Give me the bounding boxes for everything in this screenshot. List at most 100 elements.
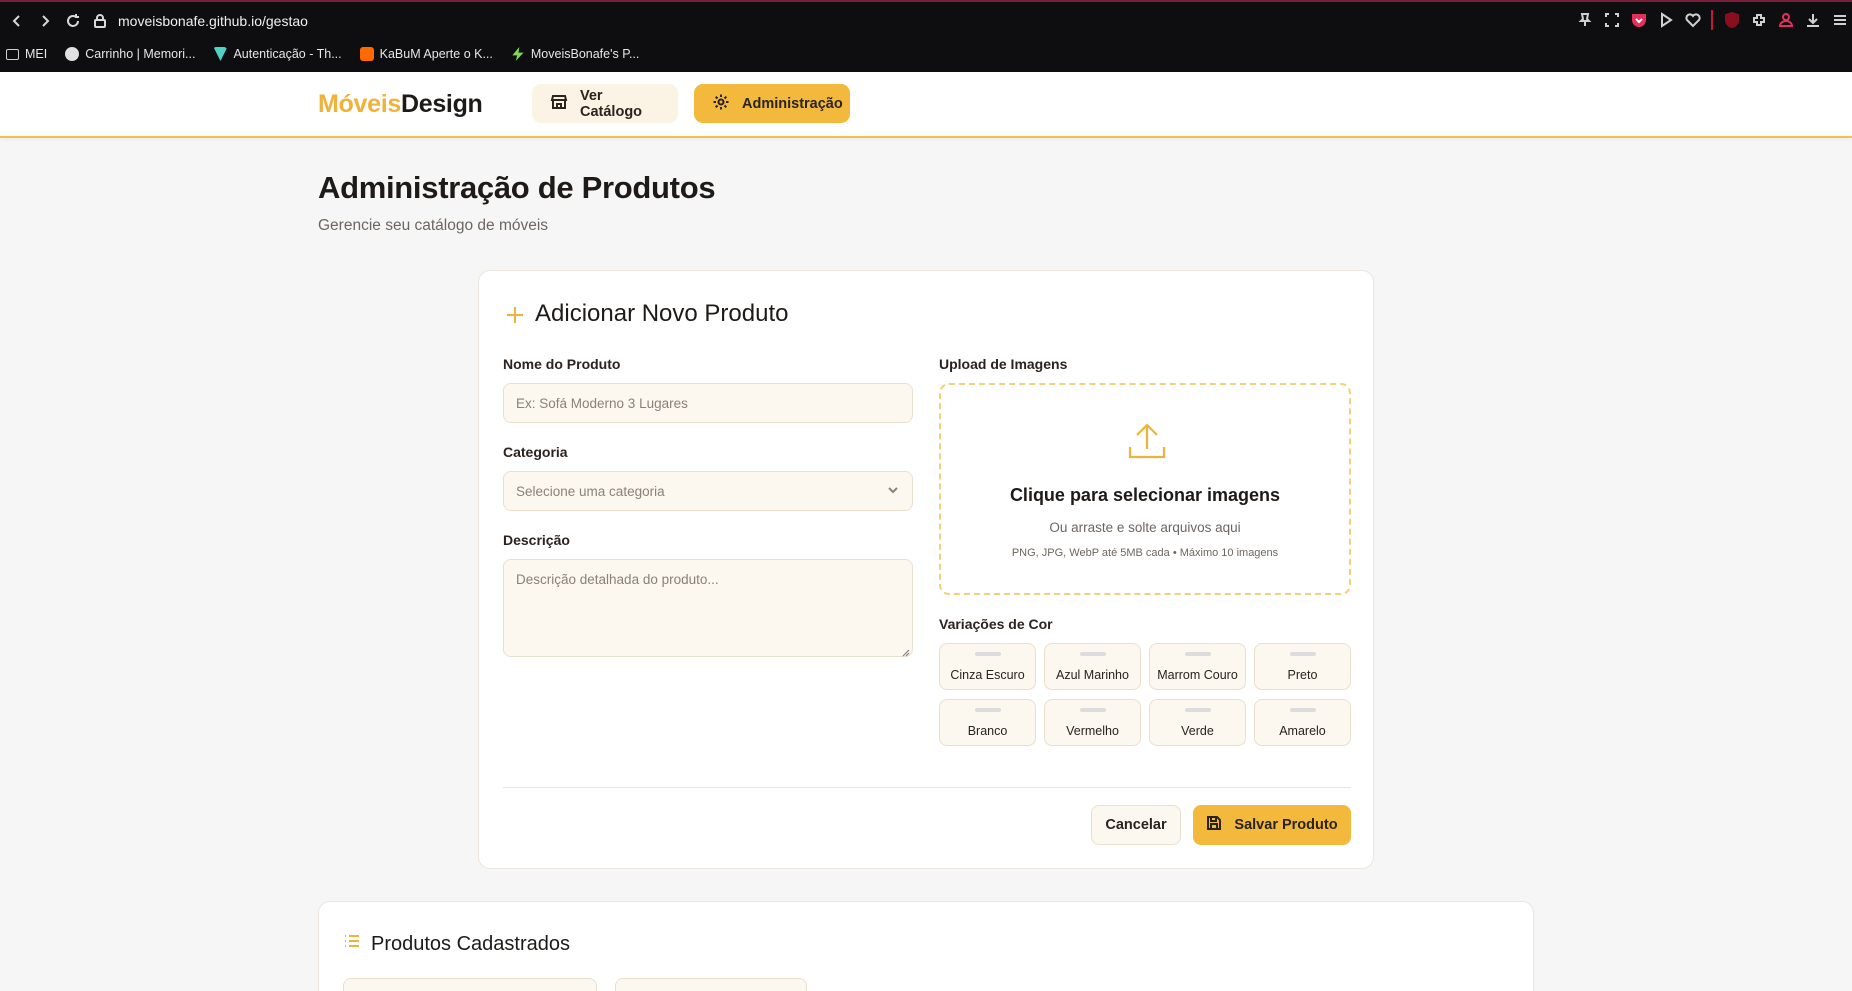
registered-products-card: Produtos Cadastrados [318,901,1534,991]
add-product-card: Adicionar Novo Produto Nome do Produto E… [478,270,1374,869]
registered-products-title: Produtos Cadastrados [343,932,570,956]
bookmark-item[interactable]: Autenticação - Th... [213,47,342,61]
bookmark-label: MoveisBonafe's P... [530,47,640,61]
image-upload-dropzone[interactable]: Clique para selecionar imagens Ou arrast… [939,383,1351,595]
bookmark-item[interactable]: Carrinho | Memori... [65,47,195,61]
color-swatch [1289,708,1316,712]
reload-icon[interactable] [62,10,84,32]
list-icon [343,932,361,956]
upload-icon [1124,419,1170,465]
screenshot-icon[interactable] [1603,12,1620,29]
save-product-label: Salvar Produto [1234,817,1338,833]
color-swatch [974,708,1001,712]
save-product-button[interactable]: Salvar Produto [1193,805,1351,845]
product-item[interactable] [343,978,597,991]
site-favicon [65,47,80,61]
product-item[interactable] [615,978,807,991]
color-variations-grid: Cinza Escuro Azul Marinho Marrom Couro P… [939,643,1351,746]
bookmark-item[interactable]: KaBuM Aperte o K... [359,47,493,61]
description-textarea[interactable]: Descrição detalhada do produto... [503,559,913,657]
form-divider [503,787,1351,788]
extensions-icon[interactable] [1750,12,1767,29]
add-product-title-text: Adicionar Novo Produto [535,300,789,327]
view-catalog-button[interactable]: Ver Catálogo [532,84,678,123]
url-text[interactable]: moveisbonafe.github.io/gestao [118,13,308,29]
pocket-icon[interactable] [1630,12,1647,29]
color-variations-label: Variações de Cor [939,616,1053,632]
pin-icon[interactable] [1576,12,1593,29]
administration-label: Administração [742,95,843,112]
folder-icon [6,48,19,60]
kabum-favicon [359,47,374,61]
chevron-down-icon [886,483,900,500]
vuetify-favicon [213,47,228,61]
site-header: MóveisDesign Ver Catálogo Administração [0,72,1852,138]
bookmark-label: KaBuM Aperte o K... [379,47,493,61]
chrome-accent-line [0,0,1852,2]
color-option[interactable]: Cinza Escuro [939,643,1036,690]
color-swatch [974,652,1001,656]
category-label: Categoria [503,444,568,460]
description-label: Descrição [503,532,570,548]
store-icon [550,93,568,115]
color-option[interactable]: Vermelho [1044,699,1141,746]
bookmark-label: Carrinho | Memori... [85,47,196,61]
color-swatch [1079,708,1106,712]
color-option[interactable]: Preto [1254,643,1351,690]
color-option[interactable]: Branco [939,699,1036,746]
menu-icon[interactable] [1831,12,1848,29]
site-logo[interactable]: MóveisDesign [318,90,483,119]
bookmark-label: Autenticação - Th... [233,47,342,61]
description-placeholder: Descrição detalhada do produto... [516,572,719,587]
heart-icon[interactable] [1684,12,1701,29]
add-product-title: Adicionar Novo Produto [505,300,788,328]
account-icon[interactable] [1777,12,1794,29]
color-option-label: Branco [967,724,1008,738]
color-option-label: Amarelo [1279,724,1326,738]
save-icon [1206,815,1222,835]
upload-title: Clique para selecionar imagens [1009,485,1281,505]
address-bar[interactable]: moveisbonafe.github.io/gestao [86,8,1566,34]
page-subtitle: Gerencie seu catálogo de móveis [318,217,549,234]
bookmark-item[interactable]: MEI [6,47,47,61]
color-option-label: Azul Marinho [1056,668,1129,682]
product-name-input[interactable]: Ex: Sofá Moderno 3 Lugares [503,383,913,423]
upload-label: Upload de Imagens [939,356,1068,372]
administration-button[interactable]: Administração [694,84,850,123]
lock-icon [92,13,108,29]
category-placeholder: Selecione uma categoria [516,483,665,499]
color-swatch [1184,708,1211,712]
color-option-label: Cinza Escuro [950,668,1025,682]
logo-part-2: Design [400,90,483,118]
plus-icon [505,304,525,324]
download-icon[interactable] [1804,12,1821,29]
cancel-button[interactable]: Cancelar [1091,805,1181,845]
ublock-icon[interactable] [1723,12,1740,29]
browser-chrome: moveisbonafe.github.io/gestao MEI Carrin… [0,0,1852,72]
color-option-label: Preto [1287,668,1318,682]
resize-handle-icon[interactable] [901,645,910,657]
forward-icon[interactable] [34,10,56,32]
back-icon[interactable] [6,10,28,32]
play-icon[interactable] [1657,12,1674,29]
bookmark-label: MEI [25,47,48,61]
bookmark-item[interactable]: MoveisBonafe's P... [511,47,639,61]
color-option[interactable]: Amarelo [1254,699,1351,746]
browser-nav [6,10,84,32]
extension-toolbar [1576,10,1848,30]
toolbar-separator [1711,10,1713,30]
product-name-label: Nome do Produto [503,356,621,372]
color-option[interactable]: Verde [1149,699,1246,746]
category-select[interactable]: Selecione uma categoria [503,471,913,511]
upload-note: PNG, JPG, WebP até 5MB cada • Máximo 10 … [1011,547,1279,559]
color-option-label: Vermelho [1066,724,1119,738]
color-option-label: Verde [1181,724,1214,738]
color-swatch [1079,652,1106,656]
color-option[interactable]: Azul Marinho [1044,643,1141,690]
registered-products-title-text: Produtos Cadastrados [371,932,571,955]
upload-subtitle: Ou arraste e solte arquivos aqui [1049,520,1241,535]
color-swatch [1184,652,1211,656]
color-option[interactable]: Marrom Couro [1149,643,1246,690]
view-catalog-label: Ver Catálogo [580,87,643,120]
logo-part-1: Móveis [318,90,401,118]
